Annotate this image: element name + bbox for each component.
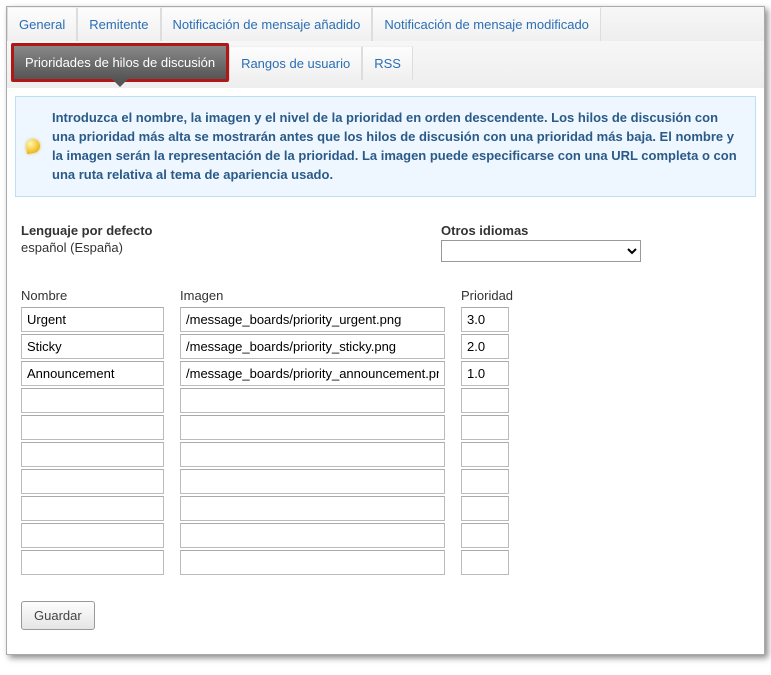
language-row: Lenguaje por defecto español (España) Ot… xyxy=(21,223,750,262)
tabs-row-1: General Remitente Notificación de mensaj… xyxy=(7,7,764,41)
tab-priorities[interactable]: Prioridades de hilos de discusión xyxy=(14,46,226,79)
image-input[interactable] xyxy=(180,442,445,467)
image-input[interactable] xyxy=(180,550,445,575)
col-priority: Prioridad xyxy=(461,288,513,577)
save-button[interactable]: Guardar xyxy=(21,601,95,630)
priority-input[interactable] xyxy=(461,496,509,521)
image-input[interactable] xyxy=(180,523,445,548)
other-languages-block: Otros idiomas xyxy=(441,223,641,262)
priority-input[interactable] xyxy=(461,415,509,440)
default-language-label: Lenguaje por defecto xyxy=(21,223,381,238)
priority-input[interactable] xyxy=(461,442,509,467)
name-input[interactable] xyxy=(21,442,164,467)
name-input[interactable] xyxy=(21,469,164,494)
info-box: Introduzca el nombre, la imagen y el niv… xyxy=(15,96,756,197)
name-input[interactable] xyxy=(21,523,164,548)
tab-rss[interactable]: RSS xyxy=(362,46,413,80)
tab-notif-mod[interactable]: Notificación de mensaje modificado xyxy=(372,7,601,41)
image-input[interactable] xyxy=(180,469,445,494)
name-input[interactable] xyxy=(21,496,164,521)
priority-input[interactable] xyxy=(461,361,509,386)
col-image: Imagen xyxy=(180,288,445,577)
image-input[interactable] xyxy=(180,361,445,386)
priority-input[interactable] xyxy=(461,334,509,359)
tabs-row-2: Prioridades de hilos de discusión Rangos… xyxy=(7,41,764,88)
name-input[interactable] xyxy=(21,307,164,332)
name-input[interactable] xyxy=(21,361,164,386)
other-languages-select[interactable] xyxy=(441,240,641,262)
idea-icon xyxy=(25,138,41,154)
priority-input[interactable] xyxy=(461,307,509,332)
name-input[interactable] xyxy=(21,388,164,413)
other-languages-label: Otros idiomas xyxy=(441,223,641,238)
image-input[interactable] xyxy=(180,415,445,440)
image-input[interactable] xyxy=(180,334,445,359)
tab-notif-add[interactable]: Notificación de mensaje añadido xyxy=(161,7,373,41)
priority-input[interactable] xyxy=(461,388,509,413)
col-image-header: Imagen xyxy=(180,288,445,303)
image-input[interactable] xyxy=(180,307,445,332)
image-input[interactable] xyxy=(180,388,445,413)
priority-input[interactable] xyxy=(461,550,509,575)
priority-input[interactable] xyxy=(461,469,509,494)
tab-remitente[interactable]: Remitente xyxy=(77,7,160,41)
info-text: Introduzca el nombre, la imagen y el niv… xyxy=(52,110,737,182)
col-name: Nombre xyxy=(21,288,164,577)
name-input[interactable] xyxy=(21,415,164,440)
priority-columns: Nombre Imagen Prioridad xyxy=(21,288,750,577)
tab-rangos[interactable]: Rangos de usuario xyxy=(229,46,362,80)
default-language-value: español (España) xyxy=(21,240,381,255)
name-input[interactable] xyxy=(21,334,164,359)
body-area: Lenguaje por defecto español (España) Ot… xyxy=(7,213,764,640)
highlight-box: Prioridades de hilos de discusión xyxy=(11,43,229,82)
col-name-header: Nombre xyxy=(21,288,164,303)
col-priority-header: Prioridad xyxy=(461,288,513,303)
tab-general[interactable]: General xyxy=(7,7,77,41)
settings-panel: General Remitente Notificación de mensaj… xyxy=(6,6,765,655)
image-input[interactable] xyxy=(180,496,445,521)
name-input[interactable] xyxy=(21,550,164,575)
default-language-block: Lenguaje por defecto español (España) xyxy=(21,223,381,262)
priority-input[interactable] xyxy=(461,523,509,548)
